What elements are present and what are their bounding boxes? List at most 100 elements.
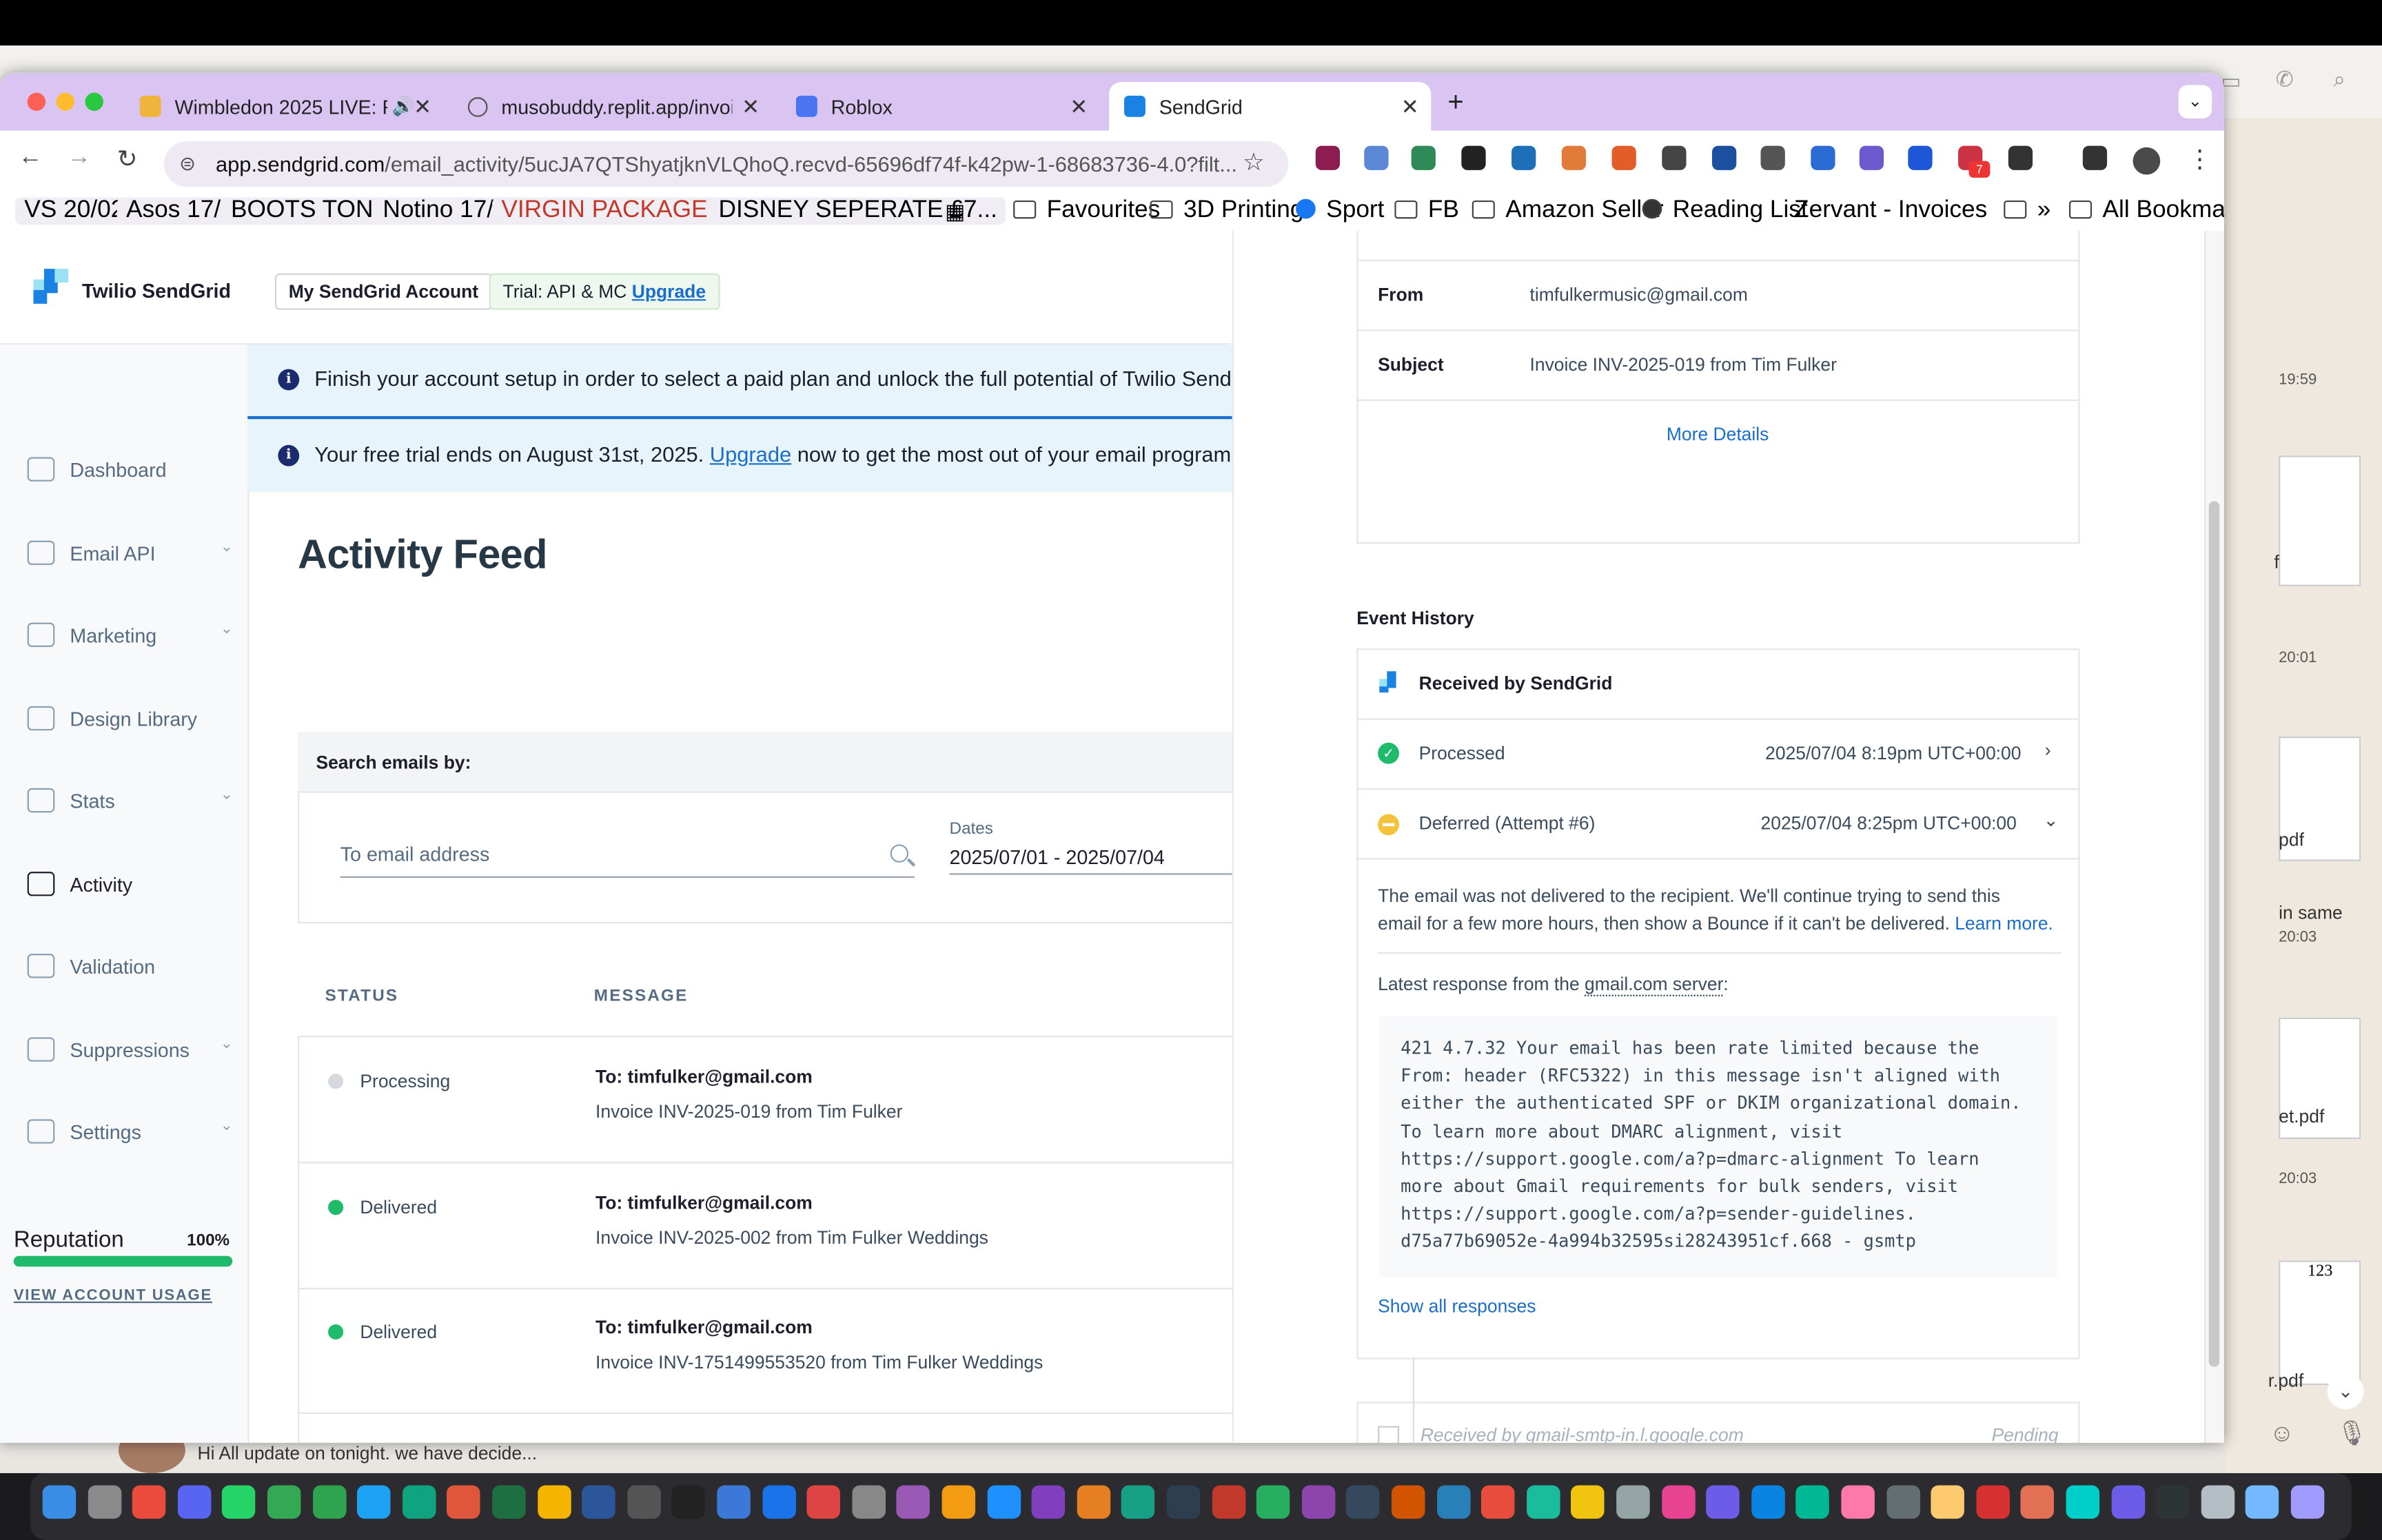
- sidebar-item-suppressions[interactable]: Suppressions ⌄: [0, 1018, 247, 1079]
- address-bar[interactable]: ⊜ app.sendgrid.com/email_activity/5ucJA7…: [164, 141, 1289, 187]
- close-window-button[interactable]: [27, 92, 46, 111]
- table-row[interactable]: Delivered To: timfulker@gmail.com Invoice …: [298, 1162, 1234, 1289]
- dock-app-icon[interactable]: [357, 1485, 391, 1519]
- bookmark-item[interactable]: VS 20/02: [15, 197, 134, 225]
- trial-upgrade-link[interactable]: Upgrade: [632, 281, 706, 302]
- sendgrid-logo-icon[interactable]: [33, 269, 69, 304]
- dock-app-icon[interactable]: [1256, 1485, 1290, 1519]
- chevron-down-icon[interactable]: ⌄: [221, 1118, 233, 1134]
- new-tab-button[interactable]: +: [1448, 87, 1464, 119]
- dock-app-icon[interactable]: [897, 1485, 930, 1519]
- analytics-icon[interactable]: [1364, 145, 1389, 170]
- dock-app-icon[interactable]: [1661, 1485, 1695, 1519]
- dock-app-icon[interactable]: [1077, 1485, 1110, 1519]
- microphone-icon[interactable]: 🎙: [2337, 1419, 2368, 1449]
- sidebar-item-marketing[interactable]: Marketing ⌄: [0, 604, 247, 665]
- dock-app-icon[interactable]: [1706, 1485, 1740, 1519]
- tab-musobuddy[interactable]: musobuddy.replit.app/invoice ✕: [453, 82, 772, 131]
- dock-app-icon[interactable]: [42, 1485, 77, 1519]
- dock-app-icon[interactable]: [1976, 1485, 2010, 1519]
- dock-app-icon[interactable]: [582, 1485, 616, 1519]
- dock-app-icon[interactable]: [672, 1485, 706, 1519]
- attachment-thumbnail[interactable]: 123: [2279, 1260, 2361, 1386]
- dock-app-icon[interactable]: [2290, 1485, 2325, 1519]
- dock-app-icon[interactable]: [447, 1485, 481, 1519]
- scrollbar-thumb[interactable]: [2208, 501, 2220, 1367]
- chevron-down-icon[interactable]: ⌄: [221, 621, 233, 637]
- chevron-down-icon[interactable]: ⌄: [221, 1035, 233, 1051]
- chevron-down-icon[interactable]: ⌄: [2044, 810, 2059, 831]
- view-account-usage-link[interactable]: VIEW ACCOUNT USAGE: [14, 1288, 212, 1304]
- sidebar-item-design-library[interactable]: Design Library: [0, 687, 247, 748]
- chevron-down-icon[interactable]: ⌄: [221, 538, 233, 555]
- home-icon[interactable]: [1611, 145, 1636, 170]
- gear-extension-icon[interactable]: [1859, 145, 1884, 170]
- bookmark-item[interactable]: Sport: [1287, 198, 1394, 225]
- bluesky-icon[interactable]: [1511, 145, 1536, 170]
- brand-name[interactable]: Twilio SendGrid: [82, 280, 231, 302]
- emoji-icon[interactable]: ☺: [2270, 1421, 2294, 1449]
- dock-app-icon[interactable]: [1931, 1485, 1965, 1519]
- dock-app-icon[interactable]: [1301, 1485, 1335, 1519]
- show-all-responses-link[interactable]: Show all responses: [1378, 1295, 1536, 1317]
- dock-app-icon[interactable]: [537, 1485, 571, 1519]
- extension-t-icon[interactable]: [1315, 145, 1341, 170]
- table-row[interactable]: DeliveredTo: tim@saxweddings.comContract…: [298, 1413, 1234, 1443]
- my-account-button[interactable]: My SendGrid Account: [274, 273, 492, 310]
- dock-app-icon[interactable]: [1436, 1485, 1470, 1519]
- sidebar-item-settings[interactable]: Settings ⌄: [0, 1101, 247, 1162]
- dock-app-icon[interactable]: [852, 1485, 886, 1519]
- dock-app-icon[interactable]: [402, 1485, 436, 1519]
- sidebar-item-dashboard[interactable]: Dashboard: [0, 439, 247, 500]
- media-icon[interactable]: [2082, 145, 2108, 170]
- tab-roblox[interactable]: Roblox ✕: [781, 82, 1100, 131]
- site-info-icon[interactable]: ⊜: [179, 141, 196, 187]
- dock-app-icon[interactable]: [1841, 1485, 1875, 1519]
- dock-app-icon[interactable]: [1391, 1485, 1425, 1519]
- back-icon[interactable]: ←: [18, 144, 42, 172]
- dock-app-icon[interactable]: [806, 1485, 841, 1519]
- dock-app-icon[interactable]: [1751, 1485, 1785, 1519]
- dock-app-icon[interactable]: [132, 1485, 166, 1519]
- bookmark-star-icon[interactable]: ☆: [1243, 141, 1265, 187]
- dock-app-icon[interactable]: [267, 1485, 301, 1519]
- forward-icon[interactable]: →: [67, 144, 91, 172]
- dock-app-icon[interactable]: [1526, 1485, 1560, 1519]
- download-icon[interactable]: [1662, 145, 1687, 170]
- dock-app-icon[interactable]: [177, 1485, 211, 1519]
- sidebar-item-validation[interactable]: Validation: [0, 936, 247, 996]
- minimize-window-button[interactable]: [56, 92, 75, 111]
- dock-app-icon[interactable]: [2066, 1485, 2100, 1519]
- dock-app-icon[interactable]: [492, 1485, 526, 1519]
- learn-more-link[interactable]: Learn more.: [1955, 913, 2053, 934]
- rocket-icon[interactable]: [1411, 145, 1436, 170]
- dock-app-icon[interactable]: [1166, 1485, 1201, 1519]
- chevron-right-icon[interactable]: ›: [2045, 739, 2051, 761]
- attachment-thumbnail[interactable]: [2279, 455, 2361, 586]
- dock-app-icon[interactable]: [2156, 1485, 2190, 1519]
- close-tab-icon[interactable]: ✕: [414, 94, 431, 120]
- dock-app-icon[interactable]: [1886, 1485, 1920, 1519]
- dock-app-icon[interactable]: [2201, 1485, 2235, 1519]
- dock-app-icon[interactable]: [2110, 1485, 2145, 1519]
- zoom-window-button[interactable]: [85, 92, 103, 111]
- bookmark-item[interactable]: »: [1995, 198, 2060, 225]
- dock-app-icon[interactable]: [1031, 1485, 1066, 1519]
- dock-app-icon[interactable]: [986, 1485, 1021, 1519]
- profile-avatar[interactable]: [2132, 147, 2161, 175]
- dock-app-icon[interactable]: [627, 1485, 661, 1519]
- menu-kebab-icon[interactable]: ⋮: [2188, 144, 2212, 174]
- chrome-icon[interactable]: [1561, 145, 1587, 170]
- password-icon[interactable]: [1712, 145, 1737, 170]
- folder-blue-icon[interactable]: [1811, 145, 1835, 170]
- dock-app-icon[interactable]: [1346, 1485, 1381, 1519]
- dock-app-icon[interactable]: [2021, 1485, 2055, 1519]
- dock-app-icon[interactable]: [762, 1485, 796, 1519]
- dock-app-icon[interactable]: [1481, 1485, 1515, 1519]
- close-tab-icon[interactable]: ✕: [1070, 94, 1088, 120]
- dates-input[interactable]: 2025/07/01 - 2025/07/04: [949, 846, 1232, 875]
- reload-icon[interactable]: ↻: [117, 144, 138, 174]
- bookmark-item[interactable]: Zervant - Invoices: [1785, 198, 1997, 225]
- check-extension-icon[interactable]: [1461, 145, 1486, 170]
- apps-grid-icon[interactable]: ▦: [936, 198, 975, 225]
